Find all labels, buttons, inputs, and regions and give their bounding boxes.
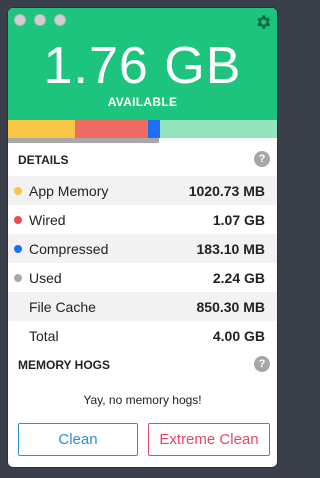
gear-icon[interactable] bbox=[254, 13, 272, 31]
details-help-icon[interactable]: ? bbox=[254, 151, 270, 167]
detail-row-compressed: Compressed 183.10 MB bbox=[8, 234, 277, 263]
wired-dot-icon bbox=[14, 215, 22, 224]
detail-label: Total bbox=[29, 327, 59, 344]
memory-hogs-title: MEMORY HOGS bbox=[18, 358, 111, 372]
available-label: AVAILABLE bbox=[107, 95, 178, 109]
wired-segment bbox=[75, 120, 148, 138]
detail-value: 183.10 MB bbox=[196, 240, 265, 257]
memory-hogs-message: Yay, no memory hogs! bbox=[83, 393, 202, 407]
used-dot-icon bbox=[14, 273, 22, 282]
memory-hogs-help-icon[interactable]: ? bbox=[254, 356, 270, 372]
detail-value: 850.30 MB bbox=[196, 298, 265, 315]
detail-label: Wired bbox=[29, 211, 66, 228]
close-window-button[interactable] bbox=[14, 14, 26, 26]
detail-row-file-cache: File Cache 850.30 MB bbox=[8, 292, 277, 321]
header-panel: 1.76 GB AVAILABLE bbox=[8, 8, 277, 120]
minimize-window-button[interactable] bbox=[34, 14, 46, 26]
detail-value: 2.24 GB bbox=[212, 269, 265, 286]
compressed-dot-icon bbox=[14, 244, 22, 253]
memory-usage-bar bbox=[8, 120, 277, 138]
used-indicator-bar bbox=[8, 138, 159, 143]
window-controls bbox=[14, 14, 66, 26]
detail-label: File Cache bbox=[29, 298, 96, 315]
extreme-clean-button[interactable]: Extreme Clean bbox=[148, 423, 270, 456]
total-spacer bbox=[14, 332, 22, 340]
detail-label: Used bbox=[29, 269, 62, 286]
detail-value: 1.07 GB bbox=[212, 211, 265, 228]
detail-label: App Memory bbox=[29, 182, 109, 199]
detail-row-used: Used 2.24 GB bbox=[8, 263, 277, 292]
detail-value: 4.00 GB bbox=[212, 327, 265, 344]
app-memory-segment bbox=[8, 120, 75, 138]
details-list: App Memory 1020.73 MB Wired 1.07 GB Comp… bbox=[8, 176, 277, 350]
compressed-segment bbox=[148, 120, 160, 138]
detail-row-app-memory: App Memory 1020.73 MB bbox=[8, 176, 277, 205]
clean-button[interactable]: Clean bbox=[18, 423, 138, 456]
detail-row-wired: Wired 1.07 GB bbox=[8, 205, 277, 234]
detail-value: 1020.73 MB bbox=[188, 182, 265, 199]
available-memory-value: 1.76 GB bbox=[43, 37, 242, 95]
detail-label: Compressed bbox=[29, 240, 109, 257]
zoom-window-button[interactable] bbox=[54, 14, 66, 26]
file-cache-spacer bbox=[14, 303, 22, 311]
memory-window: 1.76 GB AVAILABLE DETAILS ? App Memory 1… bbox=[8, 8, 277, 467]
app-memory-dot-icon bbox=[14, 186, 22, 195]
details-title: DETAILS bbox=[18, 153, 69, 167]
detail-row-total: Total 4.00 GB bbox=[8, 321, 277, 350]
